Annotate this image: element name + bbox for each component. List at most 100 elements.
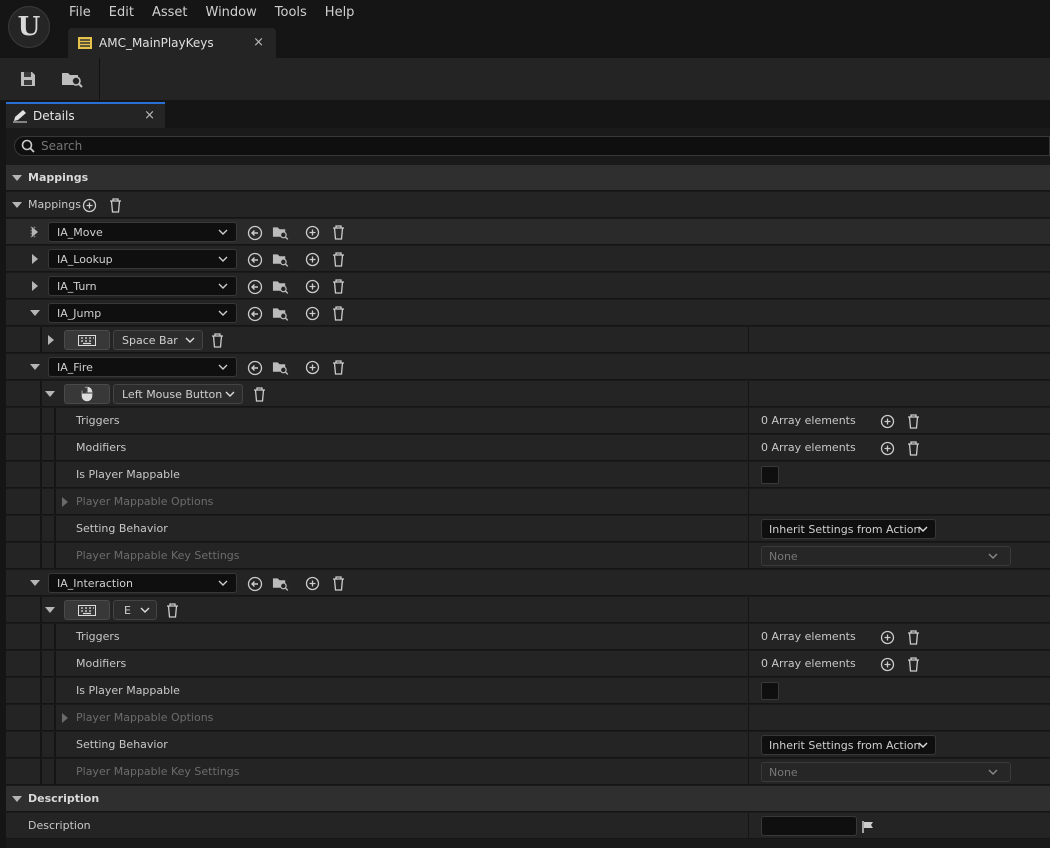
browse-button[interactable] xyxy=(60,67,84,91)
unreal-logo[interactable]: U xyxy=(8,6,50,48)
close-tab-icon[interactable]: × xyxy=(253,35,264,50)
delete-icon[interactable] xyxy=(330,224,347,241)
use-selected-icon[interactable] xyxy=(246,278,263,295)
key-selector[interactable]: Space Bar xyxy=(113,330,203,350)
menu-tools[interactable]: Tools xyxy=(266,3,316,22)
delete-all-icon[interactable] xyxy=(905,656,922,673)
collapse-arrow-icon[interactable] xyxy=(30,364,40,370)
use-selected-icon[interactable] xyxy=(246,575,263,592)
browse-asset-icon[interactable] xyxy=(272,251,289,268)
property-row-modifiers: Modifiers 0 Array elements xyxy=(6,651,1050,677)
details-tab[interactable]: Details × xyxy=(6,102,165,128)
search-box[interactable] xyxy=(14,136,1050,156)
browse-asset-icon[interactable] xyxy=(272,224,289,241)
expand-arrow-icon[interactable] xyxy=(62,497,68,507)
action-row: IA_Fire xyxy=(6,354,1050,380)
add-mapping-icon[interactable] xyxy=(304,251,321,268)
expand-arrow-icon[interactable] xyxy=(48,335,54,345)
search-icon xyxy=(21,139,35,153)
action-combo[interactable]: IA_Interaction xyxy=(48,573,237,593)
document-tab[interactable]: AMC_MainPlayKeys × xyxy=(68,28,276,58)
key-capture-button[interactable] xyxy=(64,384,110,404)
expand-arrow-icon[interactable] xyxy=(32,254,38,264)
add-mapping-icon[interactable] xyxy=(304,305,321,322)
player-mappable-checkbox[interactable] xyxy=(761,682,779,700)
close-details-icon[interactable]: × xyxy=(144,108,155,123)
action-combo[interactable]: IA_Turn xyxy=(48,276,237,296)
use-selected-icon[interactable] xyxy=(246,251,263,268)
key-name: E xyxy=(124,604,131,617)
add-element-icon[interactable] xyxy=(879,440,896,457)
action-name: IA_Turn xyxy=(57,280,97,293)
browse-asset-icon[interactable] xyxy=(272,278,289,295)
menu-help[interactable]: Help xyxy=(316,3,364,22)
save-button[interactable] xyxy=(16,67,40,91)
expand-arrow-icon[interactable] xyxy=(32,281,38,291)
action-combo[interactable]: IA_Lookup xyxy=(48,249,237,269)
delete-icon[interactable] xyxy=(330,359,347,376)
search-input[interactable] xyxy=(41,139,941,153)
collapse-arrow-icon[interactable] xyxy=(12,175,22,181)
action-combo[interactable]: IA_Jump xyxy=(48,303,237,323)
add-mapping-icon[interactable] xyxy=(304,359,321,376)
delete-all-icon[interactable] xyxy=(905,413,922,430)
action-row: IA_Interaction xyxy=(6,570,1050,596)
delete-icon[interactable] xyxy=(330,251,347,268)
add-element-icon[interactable] xyxy=(879,413,896,430)
expand-arrow-icon[interactable] xyxy=(32,227,38,237)
add-element-icon[interactable] xyxy=(81,197,98,214)
key-selector[interactable]: Left Mouse Button xyxy=(113,384,243,404)
browse-asset-icon[interactable] xyxy=(272,305,289,322)
menu-edit[interactable]: Edit xyxy=(100,3,143,22)
delete-icon[interactable] xyxy=(209,332,226,349)
delete-all-icon[interactable] xyxy=(107,197,124,214)
add-mapping-icon[interactable] xyxy=(304,575,321,592)
key-capture-button[interactable] xyxy=(64,600,110,620)
delete-icon[interactable] xyxy=(330,305,347,322)
delete-icon[interactable] xyxy=(330,575,347,592)
collapse-arrow-icon[interactable] xyxy=(30,310,40,316)
category-mappings[interactable]: Mappings xyxy=(6,165,1050,191)
property-label: Setting Behavior xyxy=(76,522,168,535)
player-mappable-checkbox[interactable] xyxy=(761,466,779,484)
collapse-arrow-icon[interactable] xyxy=(45,391,55,397)
menu-asset[interactable]: Asset xyxy=(143,3,197,22)
menu-window[interactable]: Window xyxy=(197,3,266,22)
indent-guide xyxy=(54,489,56,515)
property-label: Modifiers xyxy=(76,657,127,670)
delete-all-icon[interactable] xyxy=(905,629,922,646)
collapse-arrow-icon[interactable] xyxy=(30,580,40,586)
delete-all-icon[interactable] xyxy=(905,440,922,457)
description-input[interactable] xyxy=(761,816,857,836)
menu-file[interactable]: File xyxy=(60,3,100,22)
add-element-icon[interactable] xyxy=(879,629,896,646)
dropdown-value: Inherit Settings from Action xyxy=(769,523,921,536)
collapse-arrow-icon[interactable] xyxy=(45,607,55,613)
collapse-arrow-icon[interactable] xyxy=(12,796,22,802)
property-row-modifiers: Modifiers 0 Array elements xyxy=(6,435,1050,461)
details-tab-title: Details xyxy=(33,109,75,123)
browse-asset-icon[interactable] xyxy=(272,575,289,592)
collapse-arrow-icon[interactable] xyxy=(12,202,22,208)
add-element-icon[interactable] xyxy=(879,656,896,673)
setting-behavior-dropdown[interactable]: Inherit Settings from Action xyxy=(761,735,936,755)
add-mapping-icon[interactable] xyxy=(304,278,321,295)
key-selector[interactable]: E xyxy=(113,600,157,620)
key-capture-button[interactable] xyxy=(64,330,110,350)
action-combo[interactable]: IA_Move xyxy=(48,222,237,242)
localization-flag-icon[interactable] xyxy=(859,818,876,835)
use-selected-icon[interactable] xyxy=(246,305,263,322)
add-mapping-icon[interactable] xyxy=(304,224,321,241)
use-selected-icon[interactable] xyxy=(246,224,263,241)
property-label: Player Mappable Key Settings xyxy=(76,765,240,778)
browse-asset-icon[interactable] xyxy=(272,359,289,376)
delete-icon[interactable] xyxy=(330,278,347,295)
delete-icon[interactable] xyxy=(164,602,181,619)
setting-behavior-dropdown[interactable]: Inherit Settings from Action xyxy=(761,519,936,539)
expand-arrow-icon[interactable] xyxy=(62,713,68,723)
use-selected-icon[interactable] xyxy=(246,359,263,376)
delete-icon[interactable] xyxy=(251,386,268,403)
category-description[interactable]: Description xyxy=(6,786,1050,812)
action-combo[interactable]: IA_Fire xyxy=(48,357,237,377)
property-label: Setting Behavior xyxy=(76,738,168,751)
